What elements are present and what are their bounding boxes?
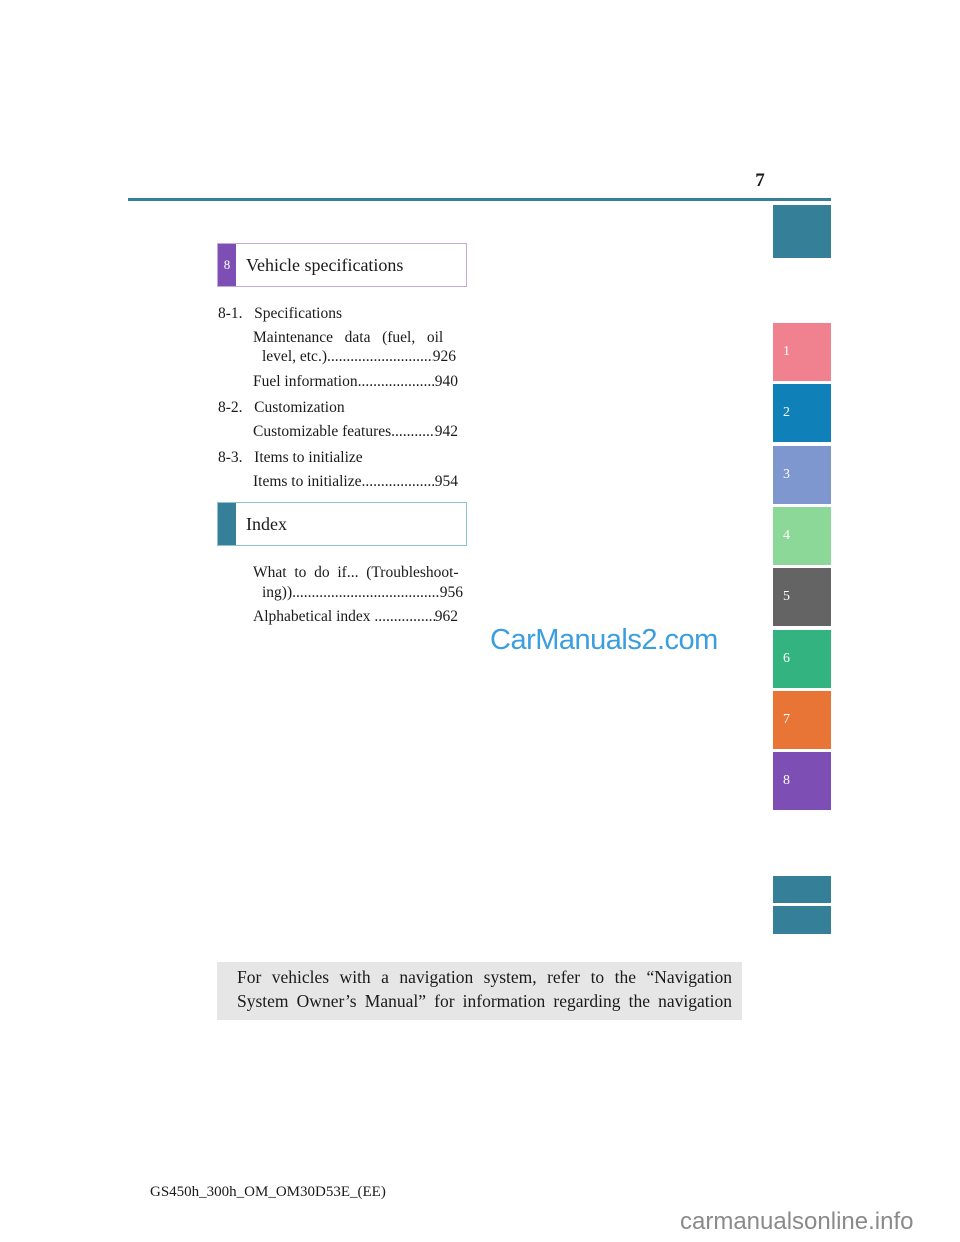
navigation-note: For vehicles with a navigation system, r… — [217, 962, 742, 1020]
page-ref: 926 — [432, 348, 456, 365]
page-ref: 940 — [434, 373, 458, 390]
section-number: 8 — [218, 244, 236, 286]
leader-dots: ........................................… — [292, 584, 440, 601]
subsection-number: 8-3. — [218, 449, 243, 466]
toc-entry-troubleshooting-cont[interactable]: ing))...................................… — [262, 583, 463, 602]
toc-entry-fuel-information[interactable]: Fuel information........................… — [253, 372, 458, 391]
toc-entry-maintenance-data[interactable]: Maintenance data (fuel, oil — [253, 328, 467, 347]
entry-text: level, etc.) — [262, 348, 327, 365]
page-ref: 956 — [439, 584, 463, 601]
toc-subsection-8-2[interactable]: 8-2. Customization — [218, 398, 345, 417]
chapter-tab-5[interactable]: 5 — [773, 568, 831, 626]
chapter-tab-8[interactable]: 8 — [773, 752, 831, 810]
chapter-tab-1[interactable]: 1 — [773, 323, 831, 381]
leader-dots: ........................................… — [361, 473, 435, 490]
subsection-title: Customization — [254, 399, 345, 416]
toc-entry-maintenance-data-cont[interactable]: level, etc.)............................… — [262, 347, 456, 366]
chapter-tab-6[interactable]: 6 — [773, 630, 831, 688]
chapter-tab[interactable] — [773, 205, 831, 258]
chapter-tab[interactable] — [773, 906, 831, 934]
manual-page: 7 12345678 8 Vehicle specifications 8-1.… — [0, 0, 960, 1242]
subsection-title: Specifications — [254, 305, 342, 322]
chapter-tab[interactable] — [773, 876, 831, 903]
toc-entry-troubleshooting[interactable]: What to do if... (Troubleshoot- — [253, 563, 467, 582]
section-number — [218, 503, 236, 545]
section-title: Index — [246, 513, 287, 534]
subsection-title: Items to initialize — [254, 449, 363, 466]
leader-dots: ........................................… — [391, 423, 435, 440]
chapter-tab-7[interactable]: 7 — [773, 691, 831, 749]
toc-entry-items-to-initialize[interactable]: Items to initialize.....................… — [253, 472, 458, 491]
site-watermark: carmanualsonline.info — [680, 1208, 914, 1235]
page-ref: 942 — [434, 423, 458, 440]
toc-subsection-8-3[interactable]: 8-3. Items to initialize — [218, 448, 363, 467]
page-number: 7 — [755, 170, 765, 191]
toc-entry-customizable-features[interactable]: Customizable features...................… — [253, 422, 458, 441]
footer-document-code: GS450h_300h_OM_OM30D53E_(EE) — [150, 1184, 386, 1200]
entry-text: Items to initialize — [253, 473, 362, 490]
watermark-logo: CarManuals2.com — [490, 624, 718, 656]
page-ref: 962 — [434, 608, 458, 625]
chapter-tab-3[interactable]: 3 — [773, 446, 831, 504]
subsection-number: 8-1. — [218, 305, 243, 322]
entry-text: Fuel information — [253, 373, 358, 390]
toc-entry-alphabetical-index[interactable]: Alphabetical index .....................… — [253, 607, 458, 626]
leader-dots: ........................................… — [357, 373, 435, 390]
leader-dots: ........................................… — [374, 608, 434, 625]
page-ref: 954 — [434, 473, 458, 490]
entry-text: Alphabetical index — [253, 608, 375, 625]
section-header-vehicle-specifications[interactable]: 8 Vehicle specifications — [217, 243, 467, 287]
chapter-tab-2[interactable]: 2 — [773, 384, 831, 442]
header-rule — [128, 198, 831, 201]
chapter-tab-4[interactable]: 4 — [773, 507, 831, 565]
entry-text: ing)) — [262, 584, 293, 601]
section-header-index[interactable]: Index — [217, 502, 467, 546]
leader-dots: ........................................… — [326, 348, 433, 365]
toc-subsection-8-1[interactable]: 8-1. Specifications — [218, 304, 342, 323]
entry-text: Customizable features — [253, 423, 392, 440]
section-title: Vehicle specifications — [246, 254, 404, 275]
subsection-number: 8-2. — [218, 399, 243, 416]
